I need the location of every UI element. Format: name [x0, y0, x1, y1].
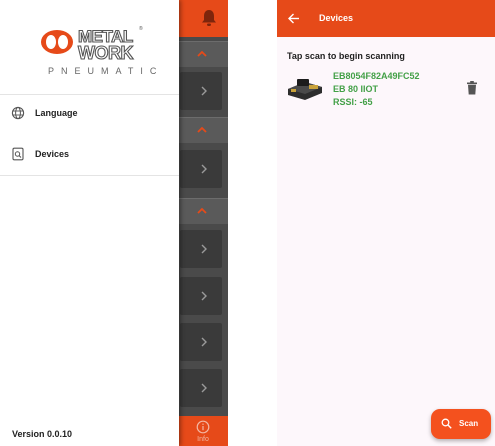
app-bar: Devices	[277, 0, 495, 37]
page-title: Devices	[319, 13, 354, 23]
background-section-header[interactable]	[178, 198, 228, 224]
background-card[interactable]	[180, 150, 222, 188]
search-icon	[441, 418, 452, 429]
background-bottom-tab-info[interactable]: Info	[178, 416, 228, 446]
drawer-item-label: Language	[35, 108, 78, 118]
background-card[interactable]	[180, 323, 222, 361]
left-phone-screen: Info METAL WORK ® PNEUMATIC Language Dev…	[0, 0, 228, 446]
drawer-divider	[0, 175, 179, 176]
background-section-header[interactable]	[178, 41, 228, 67]
drawer-item-devices[interactable]: Devices	[0, 137, 179, 171]
devices-screen: Devices Tap scan to begin scanning EB805…	[277, 0, 495, 446]
background-card[interactable]	[180, 277, 222, 315]
navigation-drawer: METAL WORK ® PNEUMATIC Language Devices …	[0, 0, 179, 446]
back-arrow-icon[interactable]	[287, 12, 300, 25]
device-list-item[interactable]: EB8054F82A49FC52 EB 80 IIOT RSSI: -65	[283, 66, 489, 112]
scan-hint: Tap scan to begin scanning	[287, 51, 405, 61]
chevron-right-icon	[201, 291, 207, 301]
info-tab-label: Info	[197, 436, 209, 443]
chevron-right-icon	[201, 164, 207, 174]
device-search-icon	[12, 147, 24, 161]
logo-tagline: PNEUMATIC	[48, 66, 164, 76]
app-version: Version 0.0.10	[12, 429, 73, 439]
globe-icon	[11, 106, 25, 120]
chevron-right-icon	[201, 86, 207, 96]
trash-icon[interactable]	[466, 81, 478, 95]
info-icon	[196, 420, 210, 434]
background-card[interactable]	[180, 369, 222, 407]
chevron-up-icon	[197, 207, 207, 214]
screenshot-stage: Info METAL WORK ® PNEUMATIC Language Dev…	[0, 0, 495, 446]
background-card[interactable]	[180, 72, 222, 110]
svg-text:WORK: WORK	[78, 43, 133, 63]
drawer-divider	[0, 94, 179, 95]
background-card[interactable]	[180, 230, 222, 268]
scan-button-label: Scan	[459, 419, 479, 428]
drawer-item-label: Devices	[35, 149, 70, 159]
chevron-right-icon	[201, 383, 207, 393]
chevron-up-icon	[197, 126, 207, 133]
device-model: EB 80 IIOT	[333, 84, 379, 94]
chevron-right-icon	[201, 244, 207, 254]
bell-icon[interactable]	[201, 9, 217, 27]
scan-button[interactable]: Scan	[431, 409, 491, 439]
device-rssi: RSSI: -65	[333, 97, 373, 107]
chevron-up-icon	[197, 50, 207, 57]
device-id: EB8054F82A49FC52	[333, 71, 420, 81]
background-section-header[interactable]	[178, 117, 228, 143]
drawer-item-language[interactable]: Language	[0, 96, 179, 130]
svg-text:®: ®	[139, 25, 143, 32]
device-image	[288, 79, 322, 100]
chevron-right-icon	[201, 337, 207, 347]
